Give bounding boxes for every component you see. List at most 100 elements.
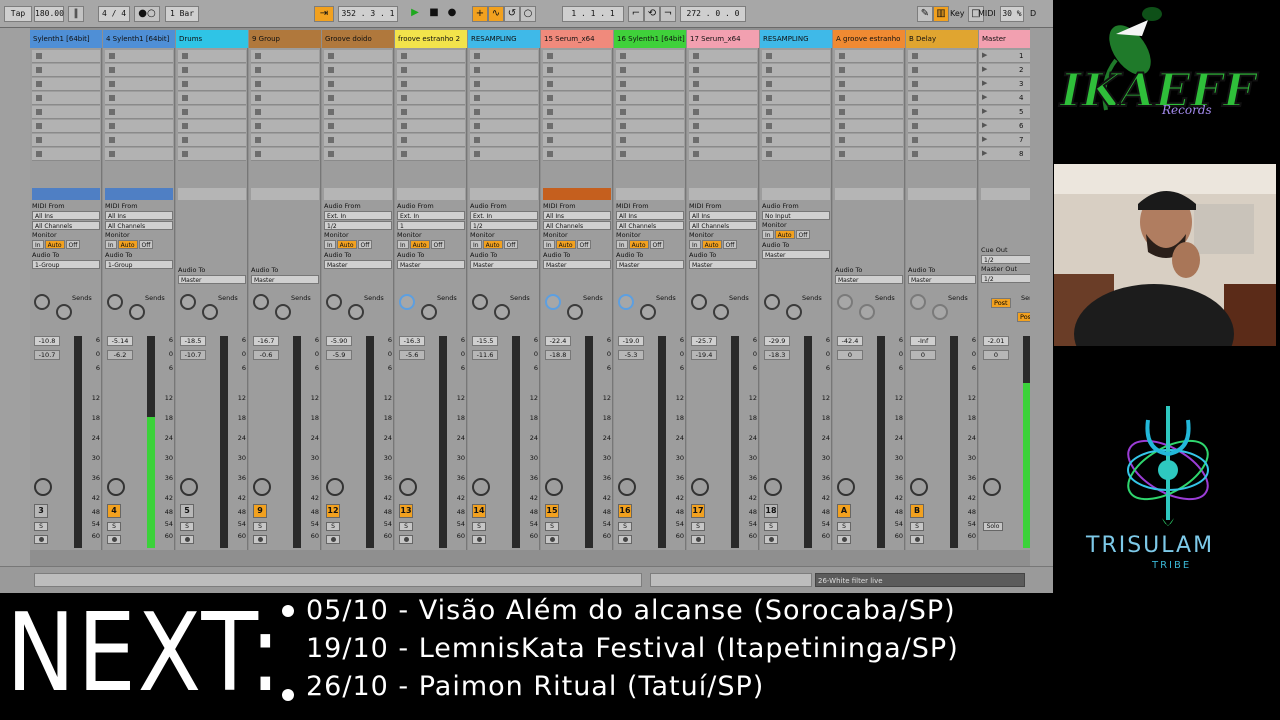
- clip-stop-icon[interactable]: [474, 81, 480, 87]
- clip-slot[interactable]: [32, 78, 100, 91]
- clip-stop-icon[interactable]: [693, 123, 699, 129]
- input-channel-select[interactable]: All Channels: [689, 221, 757, 230]
- audio-to-select[interactable]: Master: [178, 275, 246, 284]
- clip-stop-icon[interactable]: [182, 109, 188, 115]
- tap-button[interactable]: Tap: [4, 6, 32, 22]
- pan-knob[interactable]: [764, 478, 782, 496]
- clip-stop-icon[interactable]: [693, 95, 699, 101]
- clip-slot[interactable]: [689, 120, 757, 133]
- arm-button[interactable]: [764, 535, 778, 544]
- volume-value[interactable]: -18.5: [180, 336, 206, 346]
- track-title[interactable]: RESAMPLING: [760, 30, 832, 48]
- pan-knob[interactable]: [180, 478, 198, 496]
- clip-stop-icon[interactable]: [474, 95, 480, 101]
- computer-midi-keyboard-icon[interactable]: ▥: [933, 6, 949, 22]
- track-activator-button[interactable]: 15: [545, 504, 559, 518]
- clip-slot[interactable]: [105, 120, 173, 133]
- clip-stop-icon[interactable]: [620, 151, 626, 157]
- selected-device-label[interactable]: 26-White filter live: [815, 573, 1025, 587]
- track-title[interactable]: 17 Serum_x64: [687, 30, 759, 48]
- clip-slot[interactable]: [762, 50, 830, 63]
- clip-slot[interactable]: [543, 64, 611, 77]
- clip-slot[interactable]: [762, 120, 830, 133]
- clip-stop-icon[interactable]: [547, 123, 553, 129]
- clip-slot[interactable]: [178, 78, 246, 91]
- volume-value[interactable]: -16.7: [253, 336, 279, 346]
- clip-slot[interactable]: [908, 148, 976, 161]
- send-b-knob[interactable]: [202, 304, 218, 320]
- clip-slot[interactable]: [32, 50, 100, 63]
- input-type-select[interactable]: Ext. In: [324, 211, 392, 220]
- clip-stop-icon[interactable]: [328, 137, 334, 143]
- input-channel-select[interactable]: 1: [397, 221, 465, 230]
- loop-start-field[interactable]: 1 . 1 . 1: [562, 6, 624, 22]
- clip-slot[interactable]: [397, 134, 465, 147]
- track-activator-button[interactable]: 18: [764, 504, 778, 518]
- track-title[interactable]: Sylenth1 [64bit]: [30, 30, 102, 48]
- pan-knob[interactable]: [253, 478, 271, 496]
- clip-stop-icon[interactable]: [255, 95, 261, 101]
- send-b-knob[interactable]: [567, 304, 583, 320]
- audio-to-select[interactable]: Master: [689, 260, 757, 269]
- monitor-off-button[interactable]: Off: [430, 240, 446, 249]
- clip-stop-icon[interactable]: [620, 67, 626, 73]
- solo-button[interactable]: S: [399, 522, 413, 531]
- automation-arm-icon[interactable]: ∿: [488, 6, 504, 22]
- clip-stop-icon[interactable]: [912, 123, 918, 129]
- pan-knob[interactable]: [545, 478, 563, 496]
- audio-to-select[interactable]: 1-Group: [32, 260, 100, 269]
- clip-stop-icon[interactable]: [474, 109, 480, 115]
- master-pan-knob[interactable]: [983, 478, 1001, 496]
- clip-stop-icon[interactable]: [401, 137, 407, 143]
- clip-slot[interactable]: [105, 50, 173, 63]
- clip-stop-icon[interactable]: [547, 137, 553, 143]
- clip-stop-icon[interactable]: [109, 137, 115, 143]
- pan-knob[interactable]: [399, 478, 417, 496]
- clip-slot[interactable]: [397, 106, 465, 119]
- clip-slot[interactable]: [543, 120, 611, 133]
- clip-stop-icon[interactable]: [182, 67, 188, 73]
- clip-slot[interactable]: [762, 78, 830, 91]
- clip-stop-icon[interactable]: [255, 81, 261, 87]
- send-b-knob[interactable]: [275, 304, 291, 320]
- volume-value[interactable]: -25.7: [691, 336, 717, 346]
- monitor-off-button[interactable]: Off: [795, 230, 811, 239]
- clip-stop-icon[interactable]: [766, 123, 772, 129]
- track-activator-button[interactable]: 3: [34, 504, 48, 518]
- clip-stop-icon[interactable]: [109, 67, 115, 73]
- volume-value[interactable]: -15.5: [472, 336, 498, 346]
- monitor-off-button[interactable]: Off: [138, 240, 154, 249]
- clip-stop-icon[interactable]: [912, 151, 918, 157]
- send-a-knob[interactable]: [910, 294, 926, 310]
- input-type-select[interactable]: All Ins: [32, 211, 100, 220]
- volume-value[interactable]: -42.4: [837, 336, 863, 346]
- send-b-knob[interactable]: [421, 304, 437, 320]
- clip-stop-icon[interactable]: [547, 81, 553, 87]
- key-map-label[interactable]: Key: [950, 6, 965, 22]
- clip-slot[interactable]: [616, 78, 684, 91]
- clip-stop-icon[interactable]: [474, 123, 480, 129]
- send-b-knob[interactable]: [859, 304, 875, 320]
- clip-slot[interactable]: [324, 78, 392, 91]
- clip-stop-icon[interactable]: [839, 151, 845, 157]
- clip-slot[interactable]: [251, 148, 319, 161]
- clip-stop-icon[interactable]: [36, 137, 42, 143]
- solo-button[interactable]: S: [253, 522, 267, 531]
- clip-slot[interactable]: [908, 78, 976, 91]
- solo-button[interactable]: S: [326, 522, 340, 531]
- clip-stop-icon[interactable]: [182, 95, 188, 101]
- clip-stop-icon[interactable]: [182, 151, 188, 157]
- solo-button[interactable]: S: [180, 522, 194, 531]
- clip-slot[interactable]: [178, 134, 246, 147]
- clip-slot[interactable]: [324, 50, 392, 63]
- clip-slot[interactable]: [251, 64, 319, 77]
- clip-stop-icon[interactable]: [693, 151, 699, 157]
- clip-stop-icon[interactable]: [36, 53, 42, 59]
- clip-slot[interactable]: [835, 134, 903, 147]
- monitor-in-button[interactable]: In: [616, 240, 628, 249]
- track-activator-button[interactable]: A: [837, 504, 851, 518]
- follow-icon[interactable]: ●○: [134, 6, 160, 22]
- pan-knob[interactable]: [107, 478, 125, 496]
- monitor-switch[interactable]: In Auto Off: [105, 240, 173, 249]
- send-b-knob[interactable]: [56, 304, 72, 320]
